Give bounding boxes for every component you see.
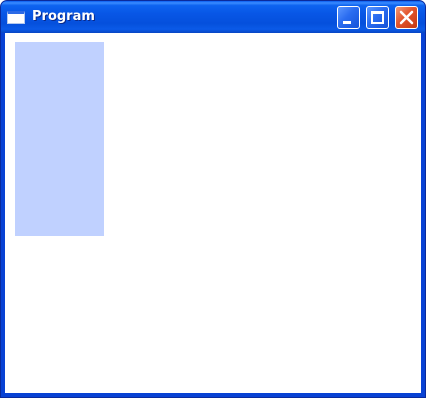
program-window: Program <box>0 0 426 398</box>
close-icon <box>399 10 414 25</box>
client-area <box>5 33 421 393</box>
close-button[interactable] <box>395 6 418 29</box>
minimize-icon <box>343 21 351 24</box>
minimize-button[interactable] <box>337 6 360 29</box>
maximize-button[interactable] <box>366 6 389 29</box>
title-bar[interactable]: Program <box>1 1 425 33</box>
window-icon <box>7 11 25 24</box>
blue-panel <box>15 42 104 236</box>
window-title: Program <box>32 9 95 24</box>
maximize-icon <box>371 11 384 24</box>
